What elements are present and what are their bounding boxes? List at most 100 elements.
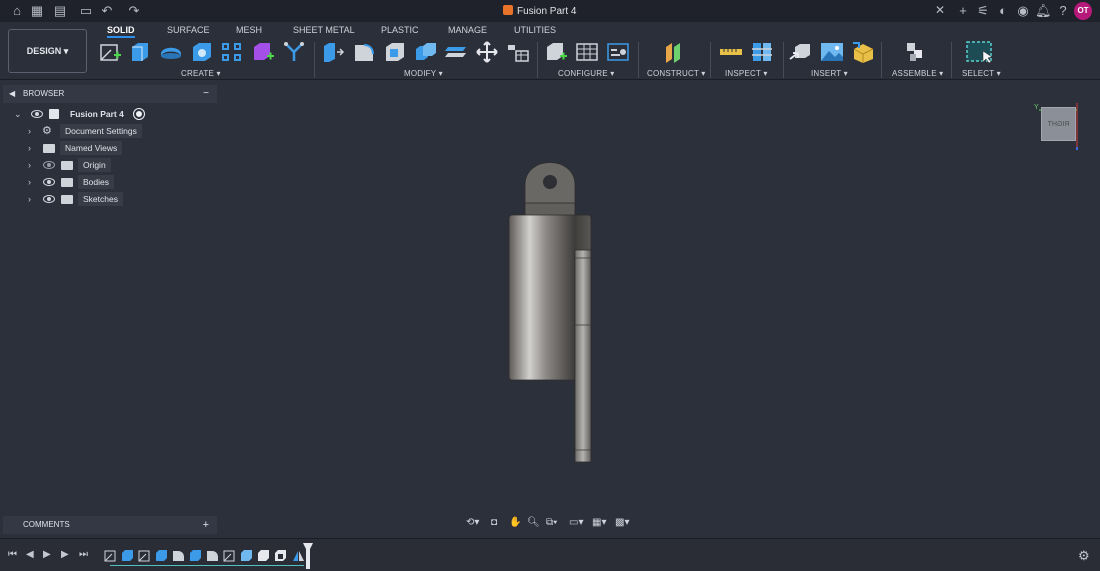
tab-manage[interactable]: MANAGE (448, 25, 487, 35)
tab-surface[interactable]: SURFACE (167, 25, 210, 35)
insert-mcmaster-icon[interactable] (851, 41, 875, 63)
change-parameters-icon[interactable] (506, 41, 530, 63)
press-pull-icon[interactable] (321, 41, 345, 63)
new-tab-icon[interactable]: + (955, 3, 971, 19)
chevron-right-icon[interactable]: › (28, 175, 31, 189)
timeline-extrude-icon[interactable] (121, 549, 134, 562)
fit-icon[interactable]: ⧉▾ (546, 517, 557, 528)
notifications-center-icon[interactable]: ◉ (1015, 3, 1031, 19)
timeline-fillet-icon[interactable] (206, 549, 219, 562)
move-copy-icon[interactable] (475, 41, 499, 63)
avatar[interactable]: OT (1074, 2, 1092, 20)
rectangular-pattern-icon[interactable] (220, 41, 244, 63)
chevron-right-icon[interactable]: › (28, 141, 31, 155)
hole-icon[interactable] (190, 41, 214, 63)
insert-canvas-icon[interactable] (820, 41, 844, 63)
file-menu-icon[interactable]: ▤ (52, 3, 68, 19)
offset-plane-icon[interactable] (662, 41, 686, 63)
timeline-sketch-icon[interactable] (138, 549, 151, 562)
insert-derive-icon[interactable] (789, 41, 813, 63)
help-icon[interactable]: ? (1055, 3, 1071, 19)
measure-icon[interactable] (719, 41, 743, 63)
modify-group-label[interactable]: MODIFY ▾ (404, 69, 443, 78)
orbit-icon[interactable]: ⟲▾ (466, 517, 479, 528)
configure-group-label[interactable]: CONFIGURE ▾ (558, 69, 614, 78)
activate-component-icon[interactable] (134, 109, 144, 119)
derive-icon[interactable] (282, 41, 306, 63)
timeline-extrude-icon[interactable] (155, 549, 168, 562)
tab-plastic[interactable]: PLASTIC (381, 25, 419, 35)
tree-item-origin[interactable]: › Origin (28, 158, 218, 172)
add-comment-icon[interactable]: + (203, 516, 209, 534)
timeline-sketch-icon[interactable] (104, 549, 117, 562)
step-forward-icon[interactable]: ▶ (61, 549, 69, 560)
bell-icon[interactable]: 🔔︎ (1035, 3, 1052, 19)
timeline-shell-icon[interactable] (274, 549, 287, 562)
comments-panel[interactable]: COMMENTS + (3, 516, 217, 534)
tree-item-document-settings[interactable]: › ⚙ Document Settings (28, 124, 218, 138)
extrude-icon[interactable] (128, 41, 152, 63)
job-status-icon[interactable]: ◐ (995, 3, 1011, 19)
timeline-extrude-icon[interactable] (189, 549, 202, 562)
chevron-down-icon[interactable]: ⌄ (14, 107, 22, 121)
interference-icon[interactable] (750, 41, 774, 63)
play-icon[interactable]: ▶ (43, 549, 51, 560)
browser-panel-header[interactable]: ◀ BROWSER − (3, 85, 217, 103)
select-icon[interactable] (966, 41, 994, 63)
go-to-end-icon[interactable]: ⏭ (79, 549, 88, 560)
save-icon[interactable]: ▭ (78, 3, 94, 19)
redo-icon[interactable]: ↷ (126, 3, 142, 19)
fillet-icon[interactable] (352, 41, 376, 63)
configuration-rules-icon[interactable] (606, 41, 630, 63)
tree-root-row[interactable]: ⌄ Fusion Part 4 (14, 107, 214, 121)
display-settings-icon[interactable]: ▭▾ (569, 517, 583, 528)
data-panel-icon[interactable]: ▦ (29, 3, 45, 19)
part-model[interactable] (505, 155, 597, 465)
create-form-icon[interactable] (251, 41, 275, 63)
timeline-settings-gear-icon[interactable]: ⚙ (1078, 548, 1090, 564)
new-component-icon[interactable] (904, 41, 928, 63)
tree-item-sketches[interactable]: › Sketches (28, 192, 218, 206)
assemble-group-label[interactable]: ASSEMBLE ▾ (892, 69, 943, 78)
viewcube[interactable]: RIGHT (1041, 107, 1076, 141)
go-to-start-icon[interactable]: ⏮ (8, 549, 17, 560)
tab-mesh[interactable]: MESH (236, 25, 262, 35)
tab-solid[interactable]: SOLID (107, 25, 135, 38)
configure-design-icon[interactable] (544, 41, 568, 63)
configuration-table-icon[interactable] (575, 41, 599, 63)
chevron-right-icon[interactable]: › (28, 192, 31, 206)
timeline-chamfer-icon[interactable] (257, 549, 270, 562)
shell-icon[interactable] (383, 41, 407, 63)
combine-icon[interactable] (414, 41, 438, 63)
inspect-group-label[interactable]: INSPECT ▾ (725, 69, 768, 78)
timeline-sketch-icon[interactable] (223, 549, 236, 562)
timeline-fillet-icon[interactable] (172, 549, 185, 562)
select-group-label[interactable]: SELECT ▾ (962, 69, 1001, 78)
look-at-icon[interactable]: ◘ (491, 517, 497, 528)
tree-item-bodies[interactable]: › Bodies (28, 175, 218, 189)
offset-face-icon[interactable] (445, 41, 469, 63)
collapse-triangle-icon[interactable]: ◀ (9, 85, 15, 103)
extensions-icon[interactable]: ⚟ (975, 3, 991, 19)
chevron-right-icon[interactable]: › (28, 124, 31, 138)
pan-icon[interactable]: ✋ (509, 517, 521, 528)
hidden-eye-icon[interactable] (43, 161, 55, 169)
construct-group-label[interactable]: CONSTRUCT ▾ (647, 69, 706, 78)
eye-icon[interactable] (43, 195, 55, 203)
timeline-marker[interactable] (303, 543, 313, 569)
eye-icon[interactable] (43, 178, 55, 186)
grid-snaps-icon[interactable]: ▦▾ (592, 517, 606, 528)
insert-group-label[interactable]: INSERT ▾ (811, 69, 848, 78)
home-icon[interactable]: ⌂ (9, 3, 25, 19)
zoom-icon[interactable]: 🔍︎ (527, 517, 540, 528)
revolve-icon[interactable] (159, 41, 183, 63)
workspace-design-button[interactable]: DESIGN ▾ (8, 29, 87, 73)
viewports-icon[interactable]: ▩▾ (615, 517, 629, 528)
create-group-label[interactable]: CREATE ▾ (181, 69, 221, 78)
tab-utilities[interactable]: UTILITIES (514, 25, 556, 35)
tab-sheet-metal[interactable]: SHEET METAL (293, 25, 355, 35)
undo-icon[interactable]: ↶ (99, 3, 115, 19)
document-tab[interactable]: Fusion Part 4 (503, 3, 576, 20)
step-back-icon[interactable]: ◀ (26, 549, 34, 560)
minimize-icon[interactable]: − (203, 85, 209, 103)
